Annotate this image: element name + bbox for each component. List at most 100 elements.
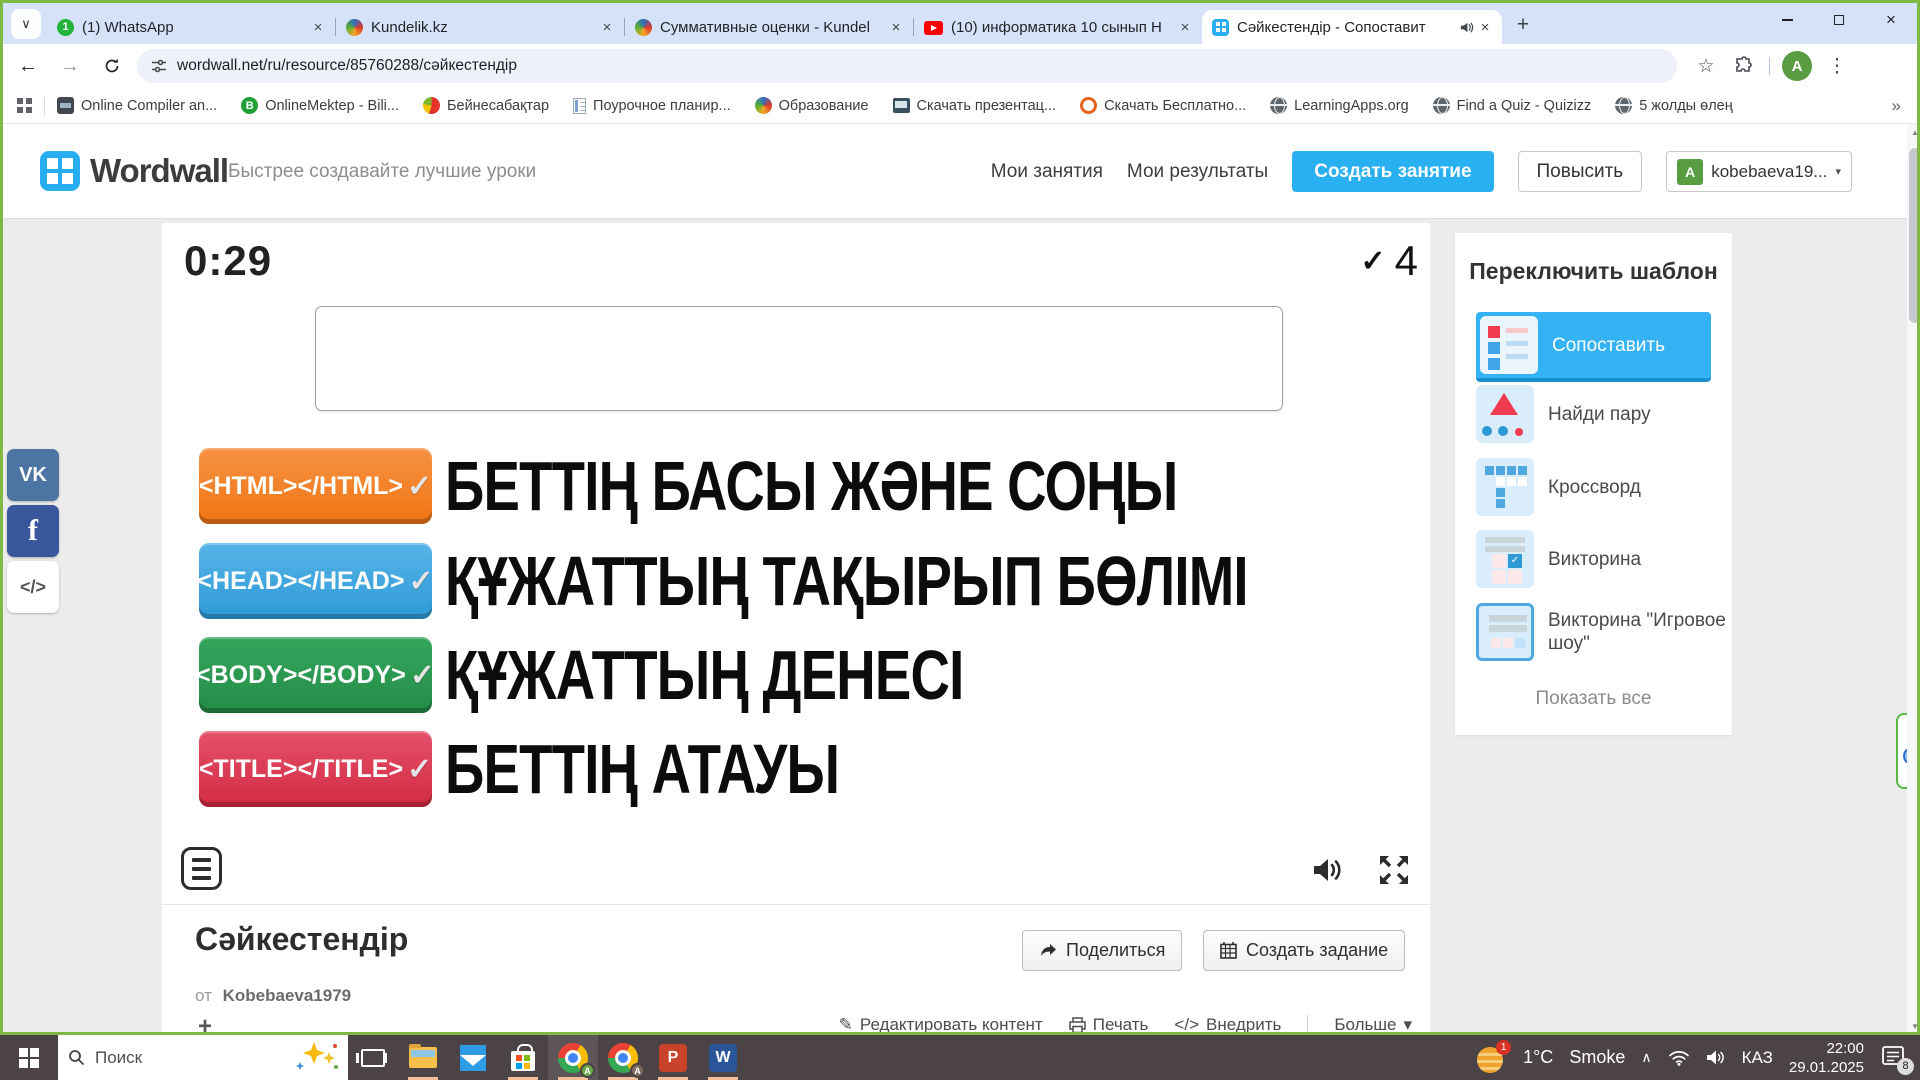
template-gameshow-quiz[interactable]: Викторина "Игровое шоу" bbox=[1455, 603, 1732, 661]
bookmark-item[interactable]: Поурочное планир... bbox=[573, 98, 731, 114]
volume-icon[interactable] bbox=[1706, 1049, 1726, 1066]
reload-button[interactable] bbox=[95, 49, 129, 83]
bookmark-item[interactable]: Бейнесабақтар bbox=[423, 97, 549, 114]
vk-share-button[interactable]: VK bbox=[7, 449, 59, 501]
wifi-icon[interactable] bbox=[1668, 1049, 1690, 1066]
start-button[interactable] bbox=[0, 1035, 58, 1080]
answer-drop-zone[interactable] bbox=[315, 306, 1283, 411]
bookmark-item[interactable]: BOnlineMektep - Bili... bbox=[241, 97, 399, 114]
taskbar-powerpoint[interactable]: P bbox=[648, 1035, 698, 1080]
bookmarks-overflow-icon[interactable]: » bbox=[1892, 96, 1901, 116]
taskbar-file-explorer[interactable] bbox=[398, 1035, 448, 1080]
embed-code-button[interactable]: </> bbox=[7, 561, 59, 613]
back-button[interactable]: ← bbox=[11, 49, 45, 83]
definition-label: БЕТТІҢ БАСЫ ЖӘНЕ СОҢЫ bbox=[445, 448, 1384, 524]
weather-widget[interactable]: 1 bbox=[1475, 1043, 1507, 1073]
bookmark-item[interactable]: Find a Quiz - Quizizz bbox=[1433, 97, 1592, 114]
search-input[interactable]: Поиск bbox=[58, 1035, 348, 1080]
sound-button[interactable] bbox=[1308, 851, 1348, 889]
template-find-match[interactable]: Найди пару bbox=[1455, 385, 1732, 443]
page-scrollbar[interactable]: ▲ ▼ bbox=[1907, 124, 1917, 1032]
author-name[interactable]: Kobebaeva1979 bbox=[223, 986, 352, 1005]
close-icon[interactable]: × bbox=[598, 18, 616, 36]
tab-summative[interactable]: Суммативные оценки - Kundel × bbox=[625, 10, 913, 44]
tab-wordwall-active[interactable]: Сәйкестендір - Сопоставит × bbox=[1202, 10, 1502, 44]
bookmark-item[interactable]: LearningApps.org bbox=[1270, 97, 1408, 114]
tray-expand-icon[interactable]: ∧ bbox=[1641, 1049, 1651, 1066]
wordwall-logo[interactable]: Wordwall bbox=[40, 151, 228, 191]
taskbar-store[interactable] bbox=[498, 1035, 548, 1080]
address-bar[interactable]: wordwall.net/ru/resource/85760288/сәйкес… bbox=[137, 49, 1677, 83]
tab-kundelik[interactable]: Kundelik.kz × bbox=[336, 10, 624, 44]
close-icon[interactable]: × bbox=[1176, 18, 1194, 36]
add-to-favorites-icon[interactable]: + bbox=[198, 1013, 212, 1032]
task-view-button[interactable] bbox=[348, 1035, 398, 1080]
clock[interactable]: 22:00 29.01.2025 bbox=[1789, 1039, 1864, 1077]
taskbar-mail[interactable] bbox=[448, 1035, 498, 1080]
facebook-share-button[interactable]: f bbox=[7, 505, 59, 557]
tab-audio-icon bbox=[1459, 20, 1474, 35]
user-menu[interactable]: A kobebaeva19... ▾ bbox=[1666, 151, 1852, 192]
tab-search-button[interactable]: ∨ bbox=[11, 9, 41, 39]
profile-avatar[interactable]: A bbox=[1782, 51, 1812, 81]
maximize-button[interactable] bbox=[1813, 3, 1865, 37]
print-link[interactable]: Печать bbox=[1069, 1015, 1149, 1032]
action-center[interactable]: 8 bbox=[1880, 1043, 1910, 1073]
bookmark-item[interactable]: Online Compiler an... bbox=[57, 97, 217, 114]
tab-title: (1) WhatsApp bbox=[82, 19, 309, 36]
game-menu-button[interactable] bbox=[181, 847, 222, 890]
keyword-card-title[interactable]: <TITLE></TITLE> ✓ bbox=[199, 731, 432, 807]
tab-whatsapp[interactable]: 1 (1) WhatsApp × bbox=[47, 10, 335, 44]
weather-temp[interactable]: 1°C bbox=[1523, 1047, 1553, 1068]
more-link[interactable]: Больше▾ bbox=[1334, 1015, 1412, 1032]
site-info-icon[interactable] bbox=[151, 58, 167, 74]
taskbar-chrome-2[interactable]: A bbox=[598, 1035, 648, 1080]
new-tab-button[interactable]: + bbox=[1508, 10, 1538, 40]
globe-icon bbox=[1270, 97, 1287, 114]
wordwall-header: Wordwall Быстрее создавайте лучшие уроки… bbox=[3, 124, 1907, 219]
keyword-card-body[interactable]: <BODY></BODY> ✓ bbox=[199, 637, 432, 713]
close-icon[interactable]: × bbox=[1476, 18, 1494, 36]
author-line: от Kobebaeva1979 bbox=[195, 986, 351, 1006]
extensions-icon[interactable] bbox=[1729, 51, 1759, 81]
minimize-button[interactable] bbox=[1761, 3, 1813, 37]
bookmark-star-icon[interactable]: ☆ bbox=[1691, 51, 1721, 81]
template-quiz[interactable]: Викторина bbox=[1455, 530, 1732, 588]
tab-title: Сәйкестендір - Сопоставит bbox=[1237, 19, 1457, 36]
scrollbar-thumb[interactable] bbox=[1909, 148, 1917, 323]
template-match-up[interactable]: Сопоставить bbox=[1476, 312, 1711, 382]
close-window-button[interactable]: × bbox=[1865, 3, 1917, 37]
tab-title: Kundelik.kz bbox=[371, 19, 598, 36]
keyword-card-html[interactable]: <HTML></HTML> ✓ bbox=[199, 448, 432, 524]
embed-link[interactable]: </>Внедрить bbox=[1174, 1015, 1281, 1032]
bookmark-item[interactable]: Скачать Бесплатно... bbox=[1080, 97, 1246, 114]
nav-my-results[interactable]: Мои результаты bbox=[1127, 161, 1268, 183]
create-activity-button[interactable]: Создать занятие bbox=[1292, 151, 1493, 192]
share-button[interactable]: Поделиться bbox=[1022, 930, 1182, 971]
upgrade-button[interactable]: Повысить bbox=[1518, 151, 1643, 192]
language-indicator[interactable]: КАЗ bbox=[1742, 1048, 1773, 1068]
template-crossword[interactable]: Кроссворд bbox=[1455, 458, 1732, 516]
bookmark-item[interactable]: Образование bbox=[755, 97, 869, 114]
edit-content-link[interactable]: ✎Редактировать контент bbox=[839, 1015, 1043, 1032]
taskbar-word[interactable]: W bbox=[698, 1035, 748, 1080]
close-icon[interactable]: × bbox=[309, 18, 327, 36]
scroll-up-icon[interactable]: ▲ bbox=[1907, 128, 1917, 137]
share-rail: VK f </> bbox=[7, 449, 59, 617]
bookmark-item[interactable]: 5 жолды өлең bbox=[1615, 97, 1733, 114]
nav-my-activities[interactable]: Мои занятия bbox=[991, 161, 1103, 183]
fullscreen-button[interactable] bbox=[1374, 851, 1414, 889]
browser-menu-icon[interactable]: ⋮ bbox=[1822, 51, 1852, 81]
show-all-link[interactable]: Показать все bbox=[1455, 688, 1732, 710]
tab-youtube[interactable]: (10) информатика 10 сынып Н × bbox=[914, 10, 1202, 44]
weather-condition[interactable]: Smoke bbox=[1569, 1047, 1625, 1068]
scroll-down-icon[interactable]: ▼ bbox=[1907, 1022, 1917, 1031]
taskbar-chrome-1[interactable]: A bbox=[548, 1035, 598, 1080]
close-icon[interactable]: × bbox=[887, 18, 905, 36]
bookmark-item[interactable]: Скачать презентац... bbox=[893, 98, 1057, 114]
ideone-icon bbox=[57, 97, 74, 114]
forward-button[interactable]: → bbox=[53, 49, 87, 83]
assign-button[interactable]: Создать задание bbox=[1203, 930, 1405, 971]
apps-grid-icon[interactable] bbox=[17, 98, 32, 113]
keyword-card-head[interactable]: <HEAD></HEAD> ✓ bbox=[199, 543, 432, 619]
